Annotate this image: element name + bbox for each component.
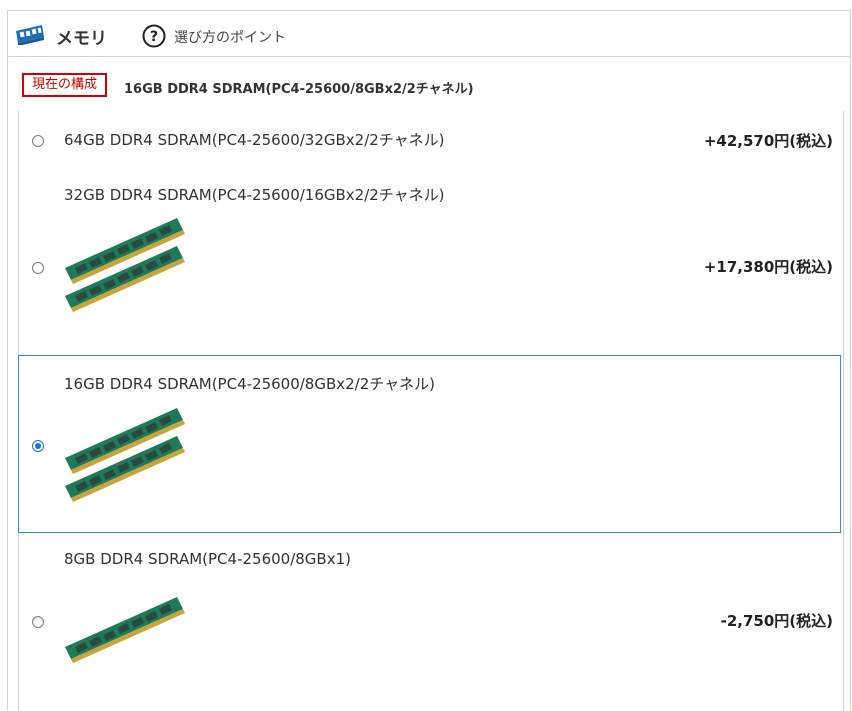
- question-circle-icon[interactable]: ?: [142, 24, 166, 48]
- radio-button[interactable]: [32, 616, 44, 628]
- ram-dual-icon: [65, 408, 185, 502]
- ram-dual-icon: [65, 218, 185, 312]
- radio-button-checked[interactable]: [32, 440, 44, 452]
- radio-button[interactable]: [32, 262, 44, 274]
- radio-button[interactable]: [32, 135, 44, 147]
- ram-single-icon: [65, 597, 185, 663]
- section-header: メモリ ? 選び方のポイント: [8, 11, 850, 57]
- memory-option-32gb[interactable]: 32GB DDR4 SDRAM(PC4-25600/16GBx2/2チャネル) …: [19, 166, 843, 344]
- memory-options-list: 64GB DDR4 SDRAM(PC4-25600/32GBx2/2チャネル) …: [18, 111, 844, 711]
- memory-option-8gb[interactable]: 8GB DDR4 SDRAM(PC4-25600/8GBx1) -2,750円(…: [19, 533, 843, 711]
- svg-text:?: ?: [150, 29, 158, 45]
- memory-option-64gb[interactable]: 64GB DDR4 SDRAM(PC4-25600/32GBx2/2チャネル) …: [19, 111, 843, 166]
- option-label: 32GB DDR4 SDRAM(PC4-25600/16GBx2/2チャネル): [64, 186, 445, 204]
- section-title: メモリ: [56, 29, 107, 49]
- option-label: 16GB DDR4 SDRAM(PC4-25600/8GBx2/2チャネル): [64, 375, 435, 393]
- option-label: 64GB DDR4 SDRAM(PC4-25600/32GBx2/2チャネル): [64, 131, 445, 149]
- option-price: -2,750円(税込): [720, 612, 833, 630]
- memory-section: メモリ ? 選び方のポイント 現在の構成 16GB DDR4 SDRAM(PC4…: [7, 10, 851, 711]
- current-config-value: 16GB DDR4 SDRAM(PC4-25600/8GBx2/2チャネル): [124, 82, 474, 97]
- option-price: +42,570円(税込): [703, 132, 833, 150]
- memory-option-16gb[interactable]: 16GB DDR4 SDRAM(PC4-25600/8GBx2/2チャネル): [18, 355, 841, 533]
- option-price: +17,380円(税込): [703, 258, 833, 276]
- memory-icon: [16, 25, 44, 45]
- option-label: 8GB DDR4 SDRAM(PC4-25600/8GBx1): [64, 550, 351, 568]
- current-config-badge: 現在の構成: [22, 73, 108, 97]
- help-link[interactable]: 選び方のポイント: [174, 27, 286, 47]
